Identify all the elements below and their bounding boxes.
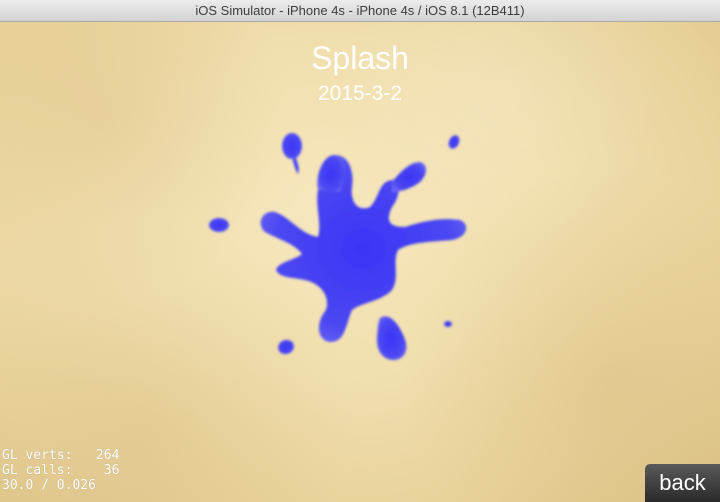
window-title: iOS Simulator - iPhone 4s - iPhone 4s / …: [0, 0, 720, 22]
simulator-window: iOS Simulator - iPhone 4s - iPhone 4s / …: [0, 0, 720, 502]
gl-calls: GL calls: 36: [2, 463, 120, 478]
gl-verts: GL verts: 264: [2, 448, 120, 463]
paint-splash: [209, 133, 467, 360]
game-screen[interactable]: Splash 2015-3-2 GL verts: 264 GL calls: …: [0, 22, 720, 502]
gl-stats: GL verts: 264 GL calls: 36 30.0 / 0.026: [2, 448, 119, 493]
fps: 30.0 / 0.026: [2, 478, 96, 493]
back-button[interactable]: back: [645, 464, 720, 502]
